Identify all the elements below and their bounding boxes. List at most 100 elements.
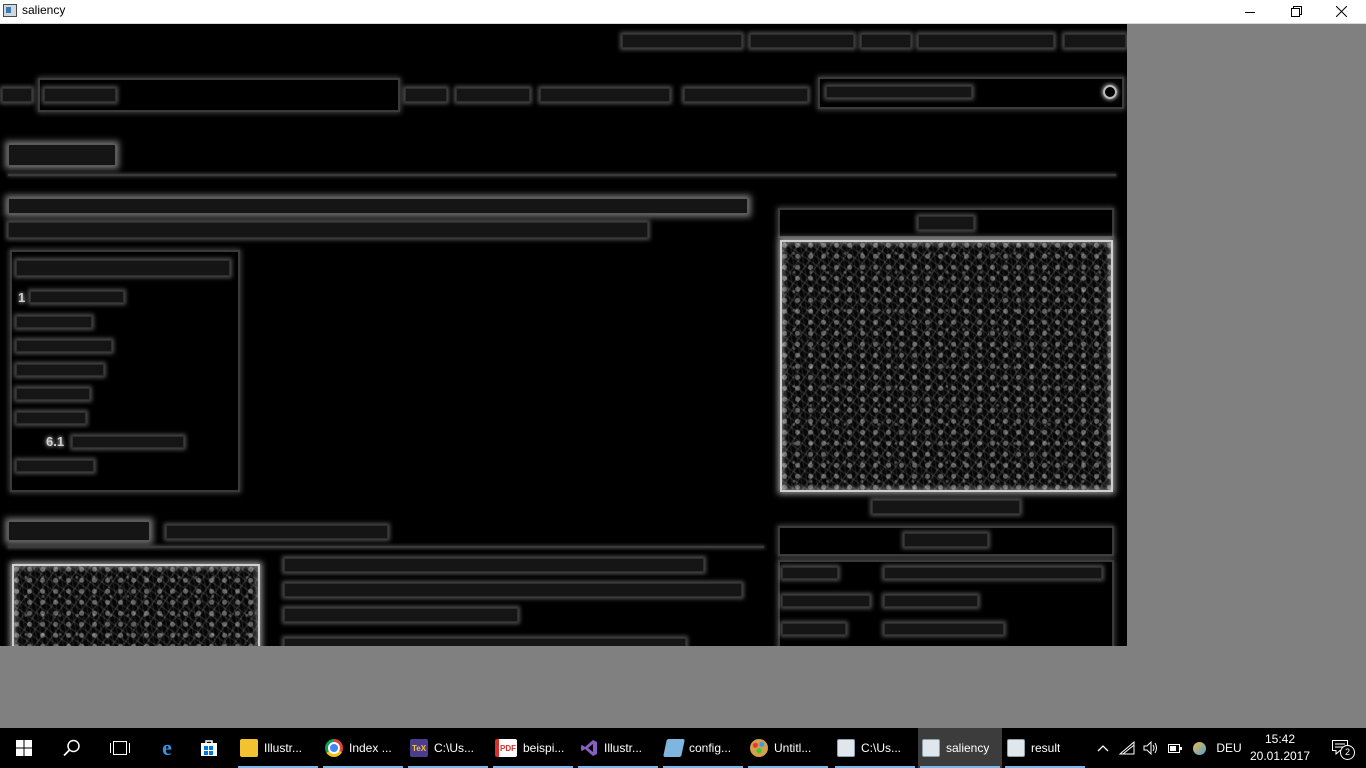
- header-link-block: [861, 34, 911, 48]
- edge-pinned-button[interactable]: e: [144, 728, 190, 768]
- task-view-icon: [110, 741, 130, 755]
- taskbar-item-paint[interactable]: Untitl...: [746, 728, 830, 768]
- tray-app-icon: [1192, 741, 1206, 755]
- task-label: beispi...: [523, 741, 565, 755]
- volume-button[interactable]: [1140, 728, 1162, 768]
- task-label: result: [1031, 741, 1061, 755]
- page-heading-block: [8, 144, 116, 166]
- taskbar: e Illustr... Index ... TeX C:\Us... PDF …: [0, 728, 1366, 768]
- toc-title-block: [16, 260, 230, 276]
- notepad-icon: [663, 739, 685, 757]
- task-label: config...: [689, 741, 732, 755]
- task-label: saliency: [946, 741, 990, 755]
- taskbar-item-texstudio[interactable]: TeX C:\Us...: [406, 728, 490, 768]
- visual-studio-icon: [581, 740, 597, 756]
- body-text-line: [284, 558, 704, 572]
- clock[interactable]: 15:42 20.01.2017: [1248, 731, 1312, 765]
- toc-number: 6.1: [46, 434, 65, 449]
- infobox-cell-block: [782, 595, 870, 607]
- network-button[interactable]: [1116, 728, 1138, 768]
- search-placeholder-block: [826, 86, 972, 98]
- task-label: C:\Us...: [861, 741, 902, 755]
- toc-item-block: [16, 460, 94, 472]
- minimize-button[interactable]: [1227, 0, 1273, 23]
- toc-number: 1: [18, 290, 26, 305]
- action-center-button[interactable]: 2: [1318, 728, 1364, 768]
- battery-button[interactable]: [1164, 728, 1186, 768]
- minimize-icon: [1245, 11, 1255, 13]
- clock-time: 15:42: [1264, 732, 1296, 746]
- taskbar-item-pdf[interactable]: PDF beispi...: [491, 728, 575, 768]
- close-button[interactable]: [1318, 0, 1364, 23]
- taskbar-item-saliency[interactable]: saliency: [918, 728, 1002, 768]
- clock-date: 20.01.2017: [1249, 749, 1311, 763]
- section-heading-block: [8, 521, 150, 541]
- speaker-icon: [1143, 741, 1157, 755]
- toc-item-block: [30, 291, 124, 303]
- taskbar-item-console[interactable]: C:\Us...: [833, 728, 917, 768]
- search-icon: [63, 739, 80, 757]
- intro-text-line: [8, 222, 648, 238]
- restore-button[interactable]: [1273, 0, 1319, 23]
- taskbar-item-notepad[interactable]: config...: [661, 728, 745, 768]
- app-window-icon: [1007, 739, 1025, 757]
- saliency-map-image: 1 6.1: [0, 24, 1127, 646]
- body-text-line: [284, 638, 686, 646]
- close-icon: [1335, 6, 1347, 17]
- chrome-icon: [325, 739, 343, 757]
- start-button[interactable]: [0, 728, 48, 768]
- edge-icon: e: [162, 735, 172, 760]
- intro-text-line: [8, 198, 748, 214]
- pdf-icon: PDF: [495, 739, 517, 757]
- task-view-button[interactable]: [96, 728, 144, 768]
- taskbar-item-chrome[interactable]: Index ...: [321, 728, 405, 768]
- search-icon: [1103, 85, 1117, 99]
- paint-icon: [750, 739, 768, 757]
- header-link-block: [918, 34, 1054, 48]
- store-icon: [201, 740, 217, 756]
- language-indicator[interactable]: DEU: [1212, 728, 1246, 768]
- section-divider: [8, 546, 764, 548]
- toc-item-block: [16, 316, 92, 328]
- header-link-block: [622, 34, 742, 48]
- nav-block: [456, 88, 530, 102]
- toc-item-block: [16, 388, 90, 400]
- taskbar-item-result[interactable]: result: [1003, 728, 1087, 768]
- infobox-cell-block: [884, 595, 978, 607]
- body-text-line: [284, 608, 518, 622]
- infobox-title-block: [918, 216, 974, 230]
- nav-block: [2, 88, 32, 102]
- task-label: Illustr...: [264, 741, 303, 755]
- taskbar-item-visual-studio[interactable]: Illustr...: [576, 728, 660, 768]
- infobox-subheader-block: [904, 533, 988, 547]
- task-label: Index ...: [349, 741, 392, 755]
- battery-icon: [1168, 744, 1182, 753]
- texstudio-icon: TeX: [410, 739, 428, 757]
- task-label: Untitl...: [774, 741, 812, 755]
- task-label: C:\Us...: [434, 741, 475, 755]
- app-window-icon: [3, 4, 17, 17]
- app-window-icon: [922, 739, 940, 757]
- header-link-block: [750, 34, 854, 48]
- toc-item-block: [16, 340, 112, 352]
- infobox-caption-block: [872, 500, 1020, 514]
- store-pinned-button[interactable]: [190, 728, 228, 768]
- restore-icon: [1290, 6, 1302, 17]
- notification-count-badge: 2: [1340, 745, 1355, 760]
- windows-start-icon: [16, 740, 32, 756]
- infobox-cell-block: [782, 567, 838, 579]
- tray-app-button[interactable]: [1188, 728, 1210, 768]
- task-label: Illustr...: [604, 741, 643, 755]
- nav-block: [44, 88, 116, 102]
- heading-divider: [8, 174, 1116, 176]
- show-hidden-icons-button[interactable]: [1092, 728, 1114, 768]
- search-button[interactable]: [48, 728, 96, 768]
- infobox-cell-block: [782, 623, 846, 635]
- section-image: [12, 564, 260, 646]
- nav-block: [684, 88, 808, 102]
- taskbar-item-explorer[interactable]: Illustr...: [236, 728, 320, 768]
- infobox-image: [780, 240, 1113, 492]
- infobox-cell-block: [884, 623, 1004, 635]
- nav-block: [540, 88, 670, 102]
- body-text-line: [284, 583, 742, 597]
